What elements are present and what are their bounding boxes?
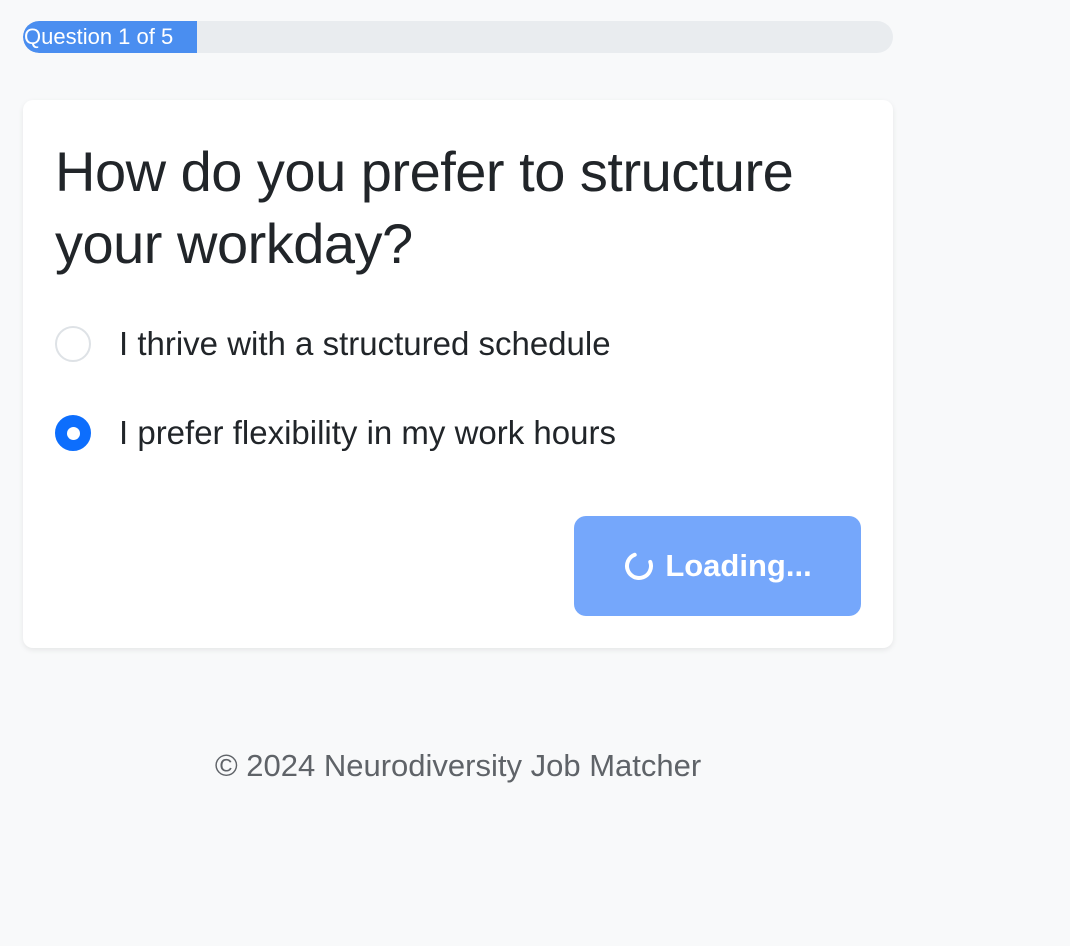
loading-label: Loading... [665, 548, 812, 583]
question-card: How do you prefer to structure your work… [23, 100, 893, 648]
footer-copyright: © 2024 Neurodiversity Job Matcher [214, 748, 702, 783]
answer-options: I thrive with a structured schedule I pr… [55, 324, 861, 453]
option-structured-schedule[interactable]: I thrive with a structured schedule [55, 324, 861, 364]
option-label: I prefer flexibility in my work hours [119, 414, 616, 451]
radio-button[interactable] [55, 415, 91, 451]
progress-bar-fill: Question 1 of 5 [23, 21, 197, 53]
question-title: How do you prefer to structure your work… [55, 140, 794, 275]
card-actions: Loading... [574, 516, 861, 616]
option-label: I thrive with a structured schedule [119, 325, 611, 362]
loading-button[interactable]: Loading... [574, 516, 861, 616]
progress-label: Question 1 of 5 [24, 24, 174, 49]
progress-bar-track: Question 1 of 5 [23, 21, 893, 53]
option-flexible-hours[interactable]: I prefer flexibility in my work hours [55, 413, 861, 453]
spinner-icon [625, 552, 654, 580]
radio-button[interactable] [55, 326, 91, 362]
